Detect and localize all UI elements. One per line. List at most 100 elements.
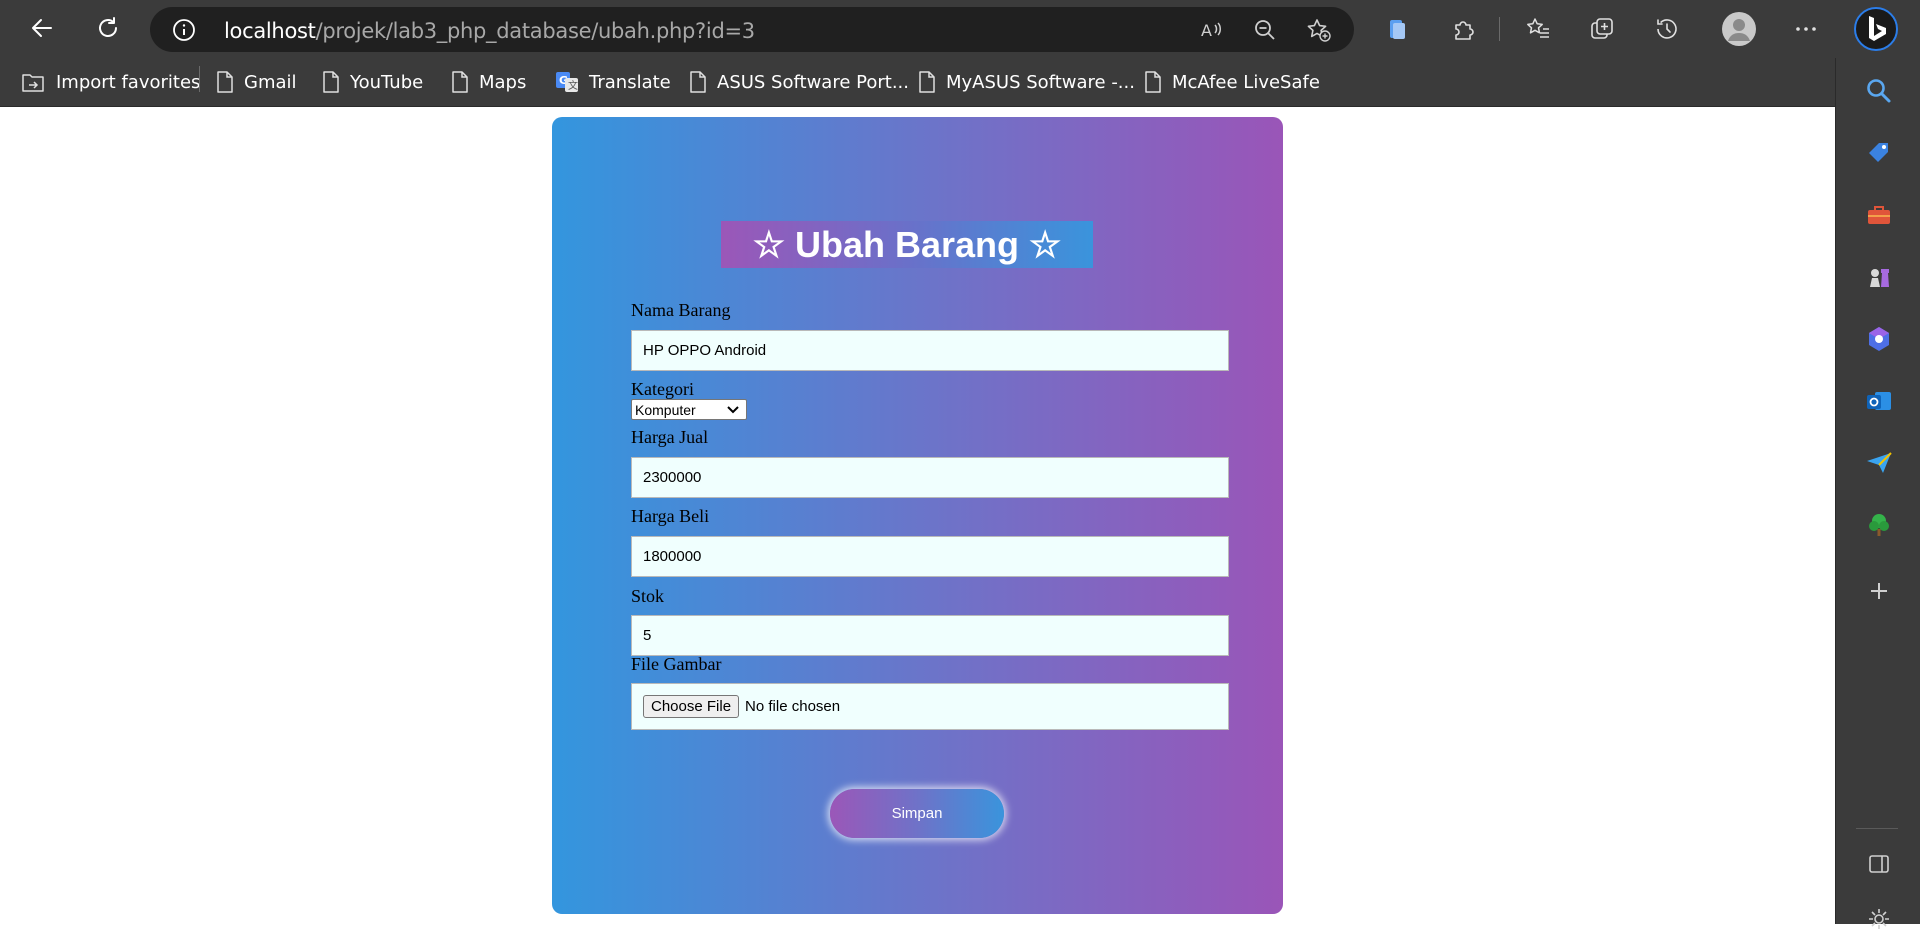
kategori-selected: Komputer <box>635 401 696 418</box>
history-button[interactable] <box>1652 14 1682 44</box>
phone-tabs-icon <box>1390 20 1405 39</box>
nama-barang-input[interactable]: HP OPPO Android <box>631 330 1229 371</box>
fav-youtube[interactable]: YouTube <box>322 67 423 97</box>
sidebar-search[interactable] <box>1864 76 1894 106</box>
sidebar-outlook[interactable] <box>1864 386 1894 416</box>
back-button[interactable] <box>22 8 62 48</box>
bing-icon <box>1854 7 1898 51</box>
sidebar-tree[interactable] <box>1864 510 1894 540</box>
gear-icon <box>1869 909 1889 929</box>
collections-icon <box>1591 18 1613 39</box>
favorites-button[interactable] <box>1523 14 1553 44</box>
edit-form-card: ☆ Ubah Barang ☆ Nama Barang HP OPPO Andr… <box>552 117 1283 914</box>
fav-maps[interactable]: Maps <box>451 67 526 97</box>
page-icon <box>452 71 468 93</box>
search-icon <box>1867 79 1891 103</box>
fav-mcafee-livesafe[interactable]: McAfee LiveSafe <box>1144 67 1320 97</box>
sidebar-settings[interactable] <box>1864 904 1894 934</box>
harga-jual-label: Harga Jual <box>631 427 709 447</box>
page-icon <box>919 71 935 93</box>
back-arrow-icon <box>32 19 52 37</box>
fav-gmail[interactable]: Gmail <box>216 67 297 97</box>
history-icon <box>1657 19 1677 39</box>
sidebar-hide[interactable] <box>1864 849 1894 879</box>
site-info-icon[interactable] <box>172 18 196 42</box>
profile-button[interactable] <box>1721 11 1757 47</box>
sidebar-drop[interactable] <box>1864 448 1894 478</box>
collections-app-icon[interactable] <box>1382 14 1412 44</box>
page-title: ☆ Ubah Barang ☆ <box>752 223 1062 265</box>
sidebar-tools[interactable] <box>1864 200 1894 230</box>
file-status-text: No file chosen <box>745 698 841 715</box>
fav-label: Import favorites <box>56 71 201 93</box>
page-icon <box>323 71 339 93</box>
fav-myasus-software[interactable]: MyASUS Software -... <box>918 67 1135 97</box>
fav-asus-software-portal[interactable]: ASUS Software Port... <box>689 67 909 97</box>
toolbar-divider <box>1499 17 1500 41</box>
fav-label: Maps <box>479 71 527 93</box>
tree-icon <box>1869 514 1889 536</box>
kategori-label: Kategori <box>631 379 694 399</box>
add-favorite-icon[interactable] <box>1305 17 1331 43</box>
fav-label: MyASUS Software -... <box>946 71 1135 93</box>
settings-more-button[interactable] <box>1791 14 1821 44</box>
fav-translate[interactable]: G文 Translate <box>555 67 671 97</box>
sidebar-shopping[interactable] <box>1864 138 1894 168</box>
favorites-bar: Import favorites Gmail YouTube Maps G文 T… <box>0 58 1920 107</box>
file-gambar-input: Choose File No file chosen <box>631 683 1229 730</box>
url-host: localhost <box>224 19 316 43</box>
shopping-tag-icon <box>1869 143 1888 162</box>
translate-icon: G文 <box>556 72 578 92</box>
zoom-out-icon[interactable] <box>1252 17 1278 43</box>
stok-label: Stok <box>631 586 665 606</box>
nama-barang-label: Nama Barang <box>631 300 731 320</box>
collections-button[interactable] <box>1587 14 1617 44</box>
page-icon <box>690 71 706 93</box>
toolbox-icon <box>1868 206 1890 224</box>
file-gambar-label: File Gambar <box>631 654 722 674</box>
choose-file-button[interactable]: Choose File <box>643 695 740 718</box>
refresh-button[interactable] <box>88 8 128 48</box>
page-icon <box>217 71 233 93</box>
sidebar-add[interactable] <box>1864 576 1894 606</box>
favorites-star-icon <box>1527 18 1549 38</box>
fav-label: Gmail <box>244 71 297 93</box>
paper-plane-icon <box>1867 452 1892 473</box>
address-bar[interactable]: localhost/projek/lab3_php_database/ubah.… <box>150 7 1354 52</box>
favorites-divider <box>199 66 200 92</box>
fav-import-favorites[interactable]: Import favorites <box>20 67 200 97</box>
harga-beli-label: Harga Beli <box>631 506 710 526</box>
svg-text:A: A <box>1201 21 1212 40</box>
refresh-icon <box>99 17 117 37</box>
title-banner: ☆ Ubah Barang ☆ <box>721 221 1093 268</box>
chevron-down-icon <box>727 406 739 414</box>
read-aloud-icon[interactable]: A <box>1198 17 1224 43</box>
fav-label: ASUS Software Port... <box>717 71 909 93</box>
plus-icon <box>1871 583 1887 599</box>
svg-text:文: 文 <box>568 79 578 92</box>
url-text[interactable]: localhost/projek/lab3_php_database/ubah.… <box>224 19 755 43</box>
more-dots-icon <box>1796 27 1816 31</box>
fav-label: McAfee LiveSafe <box>1172 71 1320 93</box>
puzzle-icon <box>1455 21 1474 40</box>
sidebar-copilot[interactable] <box>1864 324 1894 354</box>
harga-beli-input[interactable]: 1800000 <box>631 536 1229 577</box>
fav-label: Translate <box>589 71 671 93</box>
chess-piece-icon <box>1870 269 1889 287</box>
stok-input[interactable]: 5 <box>631 615 1229 656</box>
simpan-button[interactable]: Simpan <box>830 789 1004 838</box>
copilot-icon <box>1869 327 1889 351</box>
kategori-select[interactable]: Komputer <box>631 399 747 420</box>
page-icon <box>1145 71 1161 93</box>
avatar-icon <box>1722 12 1756 46</box>
page-viewport: ☆ Ubah Barang ☆ Nama Barang HP OPPO Andr… <box>0 107 1835 924</box>
import-icon <box>22 74 44 92</box>
bing-copilot-button[interactable] <box>1853 6 1899 52</box>
sidebar-games[interactable] <box>1864 262 1894 292</box>
sidebar-divider <box>1856 828 1898 829</box>
outlook-icon <box>1867 392 1891 410</box>
harga-jual-input[interactable]: 2300000 <box>631 457 1229 498</box>
edge-sidebar <box>1835 58 1920 929</box>
extensions-button[interactable] <box>1448 14 1478 44</box>
fav-label: YouTube <box>350 71 424 93</box>
